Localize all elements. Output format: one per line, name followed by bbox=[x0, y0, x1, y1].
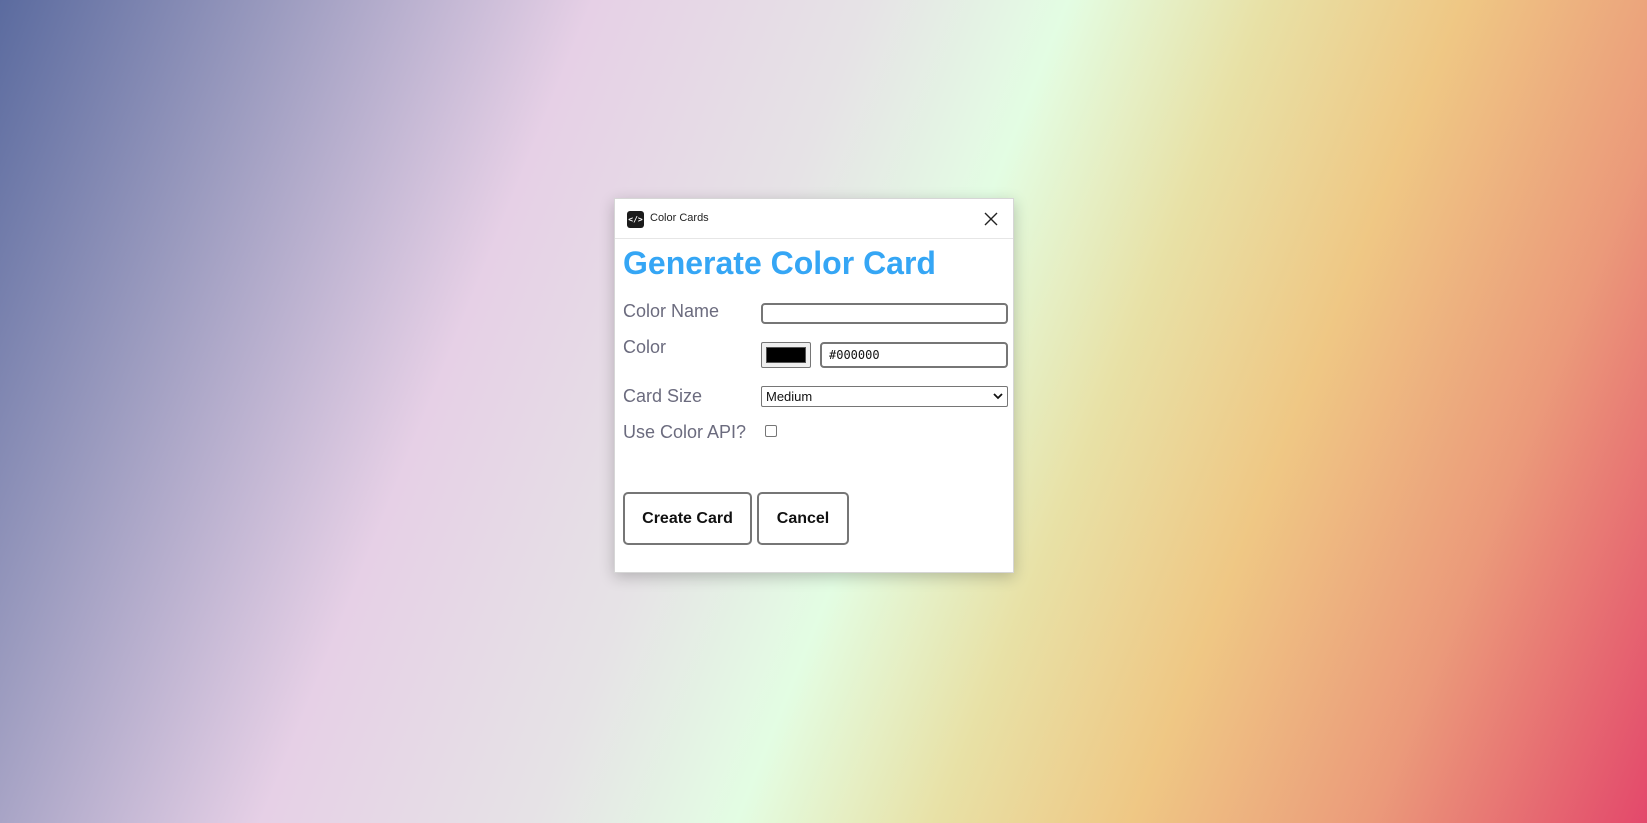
chevron-down-icon bbox=[993, 393, 1003, 400]
use-api-label: Use Color API? bbox=[623, 422, 747, 442]
color-name-input[interactable] bbox=[761, 303, 1008, 324]
color-card-dialog: </> Color Cards Generate Color Card Colo… bbox=[614, 198, 1014, 573]
cancel-button[interactable]: Cancel bbox=[757, 492, 849, 545]
window-title: Color Cards bbox=[650, 212, 709, 224]
create-card-button[interactable]: Create Card bbox=[623, 492, 752, 545]
card-size-selected: Medium bbox=[766, 389, 813, 404]
code-brackets-icon: </> bbox=[627, 211, 644, 228]
use-api-checkbox[interactable] bbox=[765, 425, 777, 437]
color-hex-input[interactable] bbox=[820, 342, 1008, 368]
color-picker-swatch[interactable] bbox=[761, 342, 811, 368]
card-size-label: Card Size bbox=[623, 386, 703, 406]
color-swatch-fill bbox=[766, 347, 806, 363]
card-size-select[interactable]: Medium bbox=[761, 386, 1008, 407]
close-button[interactable] bbox=[977, 205, 1005, 233]
close-icon bbox=[984, 212, 998, 226]
dialog-titlebar: </> Color Cards bbox=[615, 199, 1013, 239]
color-name-label: Color Name bbox=[623, 301, 720, 321]
color-label: Color bbox=[623, 337, 667, 357]
page-title: Generate Color Card bbox=[623, 245, 936, 281]
